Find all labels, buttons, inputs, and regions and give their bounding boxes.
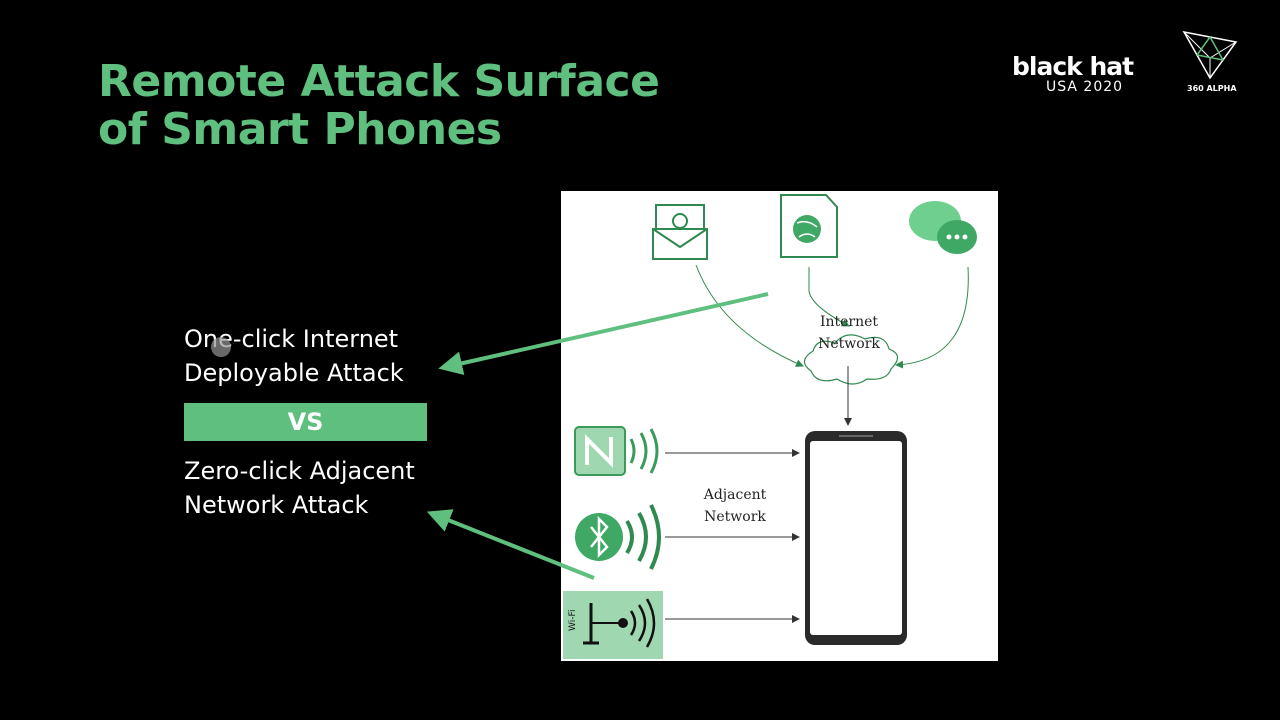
zero-click-arrow [426, 509, 595, 580]
one-click-arrow [438, 292, 769, 376]
callout-arrows [426, 292, 769, 580]
